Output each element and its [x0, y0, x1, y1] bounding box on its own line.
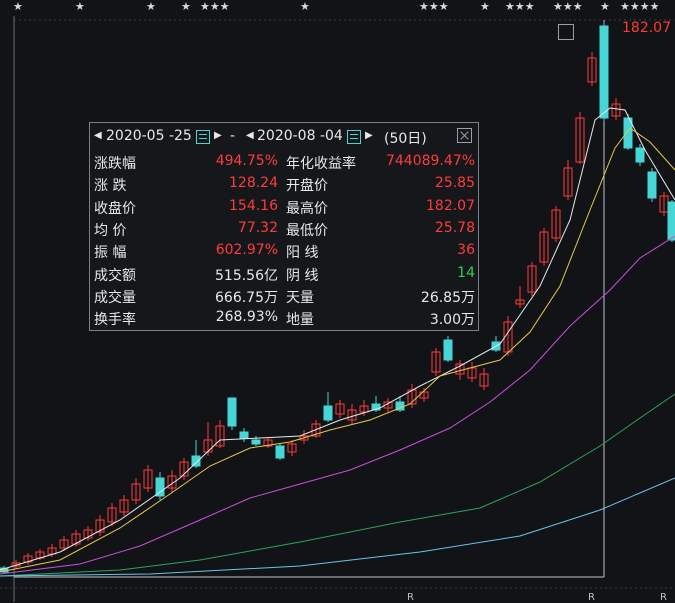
event-marker-star[interactable]: ★	[181, 0, 191, 14]
prev-start-arrow-icon[interactable]: ◀	[94, 130, 102, 141]
stat-value: 25.85	[434, 175, 475, 192]
stat-label: 成交量	[94, 289, 136, 306]
stat-value: 666.75万	[215, 289, 278, 306]
event-marker-star[interactable]: ★	[13, 0, 23, 14]
candlestick	[239, 431, 249, 439]
stat-value: 77.32	[237, 219, 278, 236]
window-restore-icon[interactable]	[558, 24, 574, 40]
event-marker-star[interactable]: ★	[75, 0, 85, 14]
next-start-arrow-icon[interactable]: ▶	[214, 130, 222, 141]
stat-label: 涨跌幅	[94, 156, 136, 172]
max-price-label: 182.07	[622, 20, 671, 36]
stat-label: 年化收益率	[286, 156, 356, 172]
bottom-marker: R	[588, 592, 595, 603]
stats-row: 成交额 515.56亿阴 线 14	[90, 265, 478, 287]
stat-value: 154.16	[229, 197, 278, 214]
candlestick	[635, 147, 645, 163]
stat-label: 最低价	[286, 222, 328, 239]
event-marker-row: ★ ★ ★ ★ ★★★ ★ ★★★ ★ ★★★ ★★★ ★ ★★★★	[0, 0, 675, 16]
event-marker-star[interactable]: ★	[146, 0, 156, 14]
close-icon[interactable]	[457, 128, 472, 143]
stat-value: 744089.47%	[385, 153, 475, 169]
stats-row: 振 幅 602.97% 阳 线 36	[90, 242, 478, 264]
event-marker-star[interactable]: ★★★	[505, 0, 535, 14]
stat-value: 494.75%	[215, 153, 278, 169]
end-calendar-icon[interactable]	[347, 130, 361, 144]
date-separator: -	[230, 128, 236, 144]
stat-value: 128.24	[229, 175, 278, 192]
stats-row: 均 价 77.32 最低价 25.78	[90, 220, 478, 242]
candlestick	[647, 171, 657, 199]
bottom-marker: R	[407, 592, 414, 603]
candlestick	[155, 477, 165, 497]
bottom-marker: R	[660, 592, 667, 603]
start-calendar-icon[interactable]	[196, 130, 210, 144]
stat-label: 收盘价	[94, 200, 136, 217]
stat-label: 开盘价	[286, 178, 328, 195]
candlestick	[599, 25, 609, 119]
candlestick	[275, 445, 285, 459]
stats-row: 涨跌幅 494.75% 年化收益率 744089.47%	[90, 153, 478, 175]
interval-header: ◀ 2020-05 -25 ▶ - ◀ 2020-08 -04 ▶ (50日)	[90, 123, 478, 149]
event-marker-star[interactable]: ★★★	[553, 0, 583, 14]
stat-value: 602.97%	[215, 242, 278, 259]
end-date[interactable]: 2020-08 -04	[257, 128, 343, 144]
stat-label: 最高价	[286, 200, 328, 217]
stat-value: 515.56亿	[215, 267, 278, 284]
candlestick	[443, 339, 453, 361]
stat-value: 3.00万	[429, 312, 475, 329]
stat-label: 成交额	[94, 267, 136, 284]
candlestick	[191, 455, 201, 467]
event-marker-star[interactable]: ★★★★	[620, 0, 659, 14]
stat-label: 振 幅	[94, 245, 127, 262]
candlestick	[323, 405, 333, 421]
stat-label: 天量	[286, 289, 314, 306]
prev-end-arrow-icon[interactable]: ◀	[246, 130, 254, 141]
interval-stats-panel: ◀ 2020-05 -25 ▶ - ◀ 2020-08 -04 ▶ (50日) …	[89, 122, 479, 331]
stat-value: 14	[457, 264, 475, 281]
stat-value: 182.07	[426, 197, 475, 214]
event-marker-star[interactable]: ★	[480, 0, 490, 14]
stat-label: 阳 线	[286, 245, 319, 262]
stats-row: 换手率 268.93% 地量 3.00万	[90, 309, 478, 331]
stats-row: 成交量 666.75万 天量 26.85万	[90, 287, 478, 309]
ma120-line	[0, 477, 675, 577]
event-marker-star[interactable]: ★★★	[419, 0, 449, 14]
stats-row: 收盘价 154.16 最高价 182.07	[90, 198, 478, 220]
interval-days: (50日)	[384, 131, 427, 147]
event-marker-star[interactable]: ★★★	[200, 0, 230, 14]
stat-label: 涨 跌	[94, 178, 127, 195]
start-date[interactable]: 2020-05 -25	[106, 128, 192, 144]
stat-value: 268.93%	[215, 309, 278, 326]
stat-label: 地量	[286, 312, 314, 329]
stat-value: 26.85万	[420, 289, 475, 306]
event-marker-star[interactable]: ★	[600, 0, 610, 14]
next-end-arrow-icon[interactable]: ▶	[365, 130, 373, 141]
candlestick	[667, 201, 675, 241]
candlestick	[227, 397, 237, 427]
stat-label: 换手率	[94, 312, 136, 329]
stat-label: 阴 线	[286, 267, 319, 284]
stats-row: 涨 跌 128.24 开盘价 25.85	[90, 175, 478, 197]
candlestick	[251, 439, 261, 445]
stat-label: 均 价	[94, 222, 127, 239]
event-marker-star[interactable]: ★	[300, 0, 310, 14]
stat-value: 25.78	[434, 219, 475, 236]
stat-value: 36	[457, 242, 475, 259]
